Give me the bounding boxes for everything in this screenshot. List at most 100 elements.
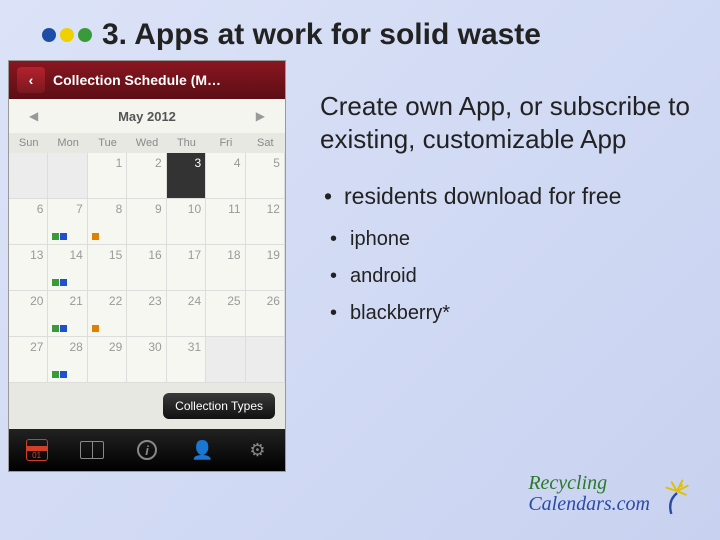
user-icon: 👤 <box>191 440 213 461</box>
calendar-cell[interactable]: 28 <box>48 337 87 383</box>
mark-b-icon <box>60 279 67 286</box>
calendar-cell[interactable]: 12 <box>246 199 285 245</box>
calendar-cell[interactable]: 7 <box>48 199 87 245</box>
tab-guide[interactable] <box>64 429 119 471</box>
weekday-row: SunMonTueWedThuFriSat <box>9 133 285 153</box>
slide-title-row: 3. Apps at work for solid waste <box>0 0 720 60</box>
mark-g-icon <box>52 371 59 378</box>
calendar-cell[interactable]: 31 <box>167 337 206 383</box>
calendar-cell[interactable]: 6 <box>9 199 48 245</box>
calendar-cell[interactable]: 10 <box>167 199 206 245</box>
logo-line2: Calendars.com <box>528 494 650 515</box>
bullet-android: android <box>320 265 690 288</box>
tab-bar: 01 i 👤 ⚙ <box>9 429 285 471</box>
weekday-label: Wed <box>127 133 166 153</box>
mark-b-icon <box>60 371 67 378</box>
calendar-cell[interactable]: 20 <box>9 291 48 337</box>
mark-g-icon <box>52 279 59 286</box>
prev-month-icon[interactable]: ◀ <box>29 109 38 123</box>
recycling-calendars-logo: Recycling Calendars.com <box>528 472 696 516</box>
calendar-cell[interactable]: 22 <box>88 291 127 337</box>
bullet-iphone: iphone <box>320 228 690 251</box>
mark-g-icon <box>52 233 59 240</box>
info-icon: i <box>137 440 157 460</box>
bullet-residents: residents download for free <box>320 183 690 210</box>
calendar-cell[interactable]: 13 <box>9 245 48 291</box>
mark-b-icon <box>60 325 67 332</box>
spark-icon <box>658 472 696 516</box>
chevron-left-icon: ‹ <box>29 72 34 88</box>
calendar-cell[interactable]: 15 <box>88 245 127 291</box>
calendar-cell[interactable]: 8 <box>88 199 127 245</box>
weekday-label: Fri <box>206 133 245 153</box>
gear-icon: ⚙ <box>249 440 265 461</box>
calendar-cell[interactable]: 14 <box>48 245 87 291</box>
tab-calendar[interactable]: 01 <box>9 429 64 471</box>
mark-b-icon <box>60 233 67 240</box>
collection-types-button[interactable]: Collection Types <box>163 393 275 419</box>
calendar-cell[interactable]: 2 <box>127 153 166 199</box>
calendar-cell[interactable]: 18 <box>206 245 245 291</box>
bullet-blackberry: blackberry* <box>320 302 690 325</box>
dot-group <box>42 28 92 42</box>
mark-o-icon <box>92 233 99 240</box>
calendar-cell <box>246 337 285 383</box>
calendar-cell[interactable]: 5 <box>246 153 285 199</box>
mark-g-icon <box>52 325 59 332</box>
next-month-icon[interactable]: ▶ <box>256 109 265 123</box>
calendar-cell[interactable]: 19 <box>246 245 285 291</box>
weekday-label: Sun <box>9 133 48 153</box>
tab-info[interactable]: i <box>119 429 174 471</box>
calendar-cell[interactable]: 21 <box>48 291 87 337</box>
calendar-cell[interactable]: 16 <box>127 245 166 291</box>
bullet-list: residents download for free iphone andro… <box>320 183 690 325</box>
calendar-cell <box>9 153 48 199</box>
month-label: May 2012 <box>118 109 176 124</box>
collection-marks <box>52 325 67 332</box>
collection-marks <box>52 371 67 378</box>
calendar-cell <box>206 337 245 383</box>
calendar-cell[interactable]: 26 <box>246 291 285 337</box>
dot-green-icon <box>78 28 92 42</box>
calendar-cell[interactable]: 29 <box>88 337 127 383</box>
lead-text: Create own App, or subscribe to existing… <box>320 90 690 155</box>
calendar-cell[interactable]: 4 <box>206 153 245 199</box>
back-button[interactable]: ‹ <box>17 67 45 93</box>
calendar-cell[interactable]: 25 <box>206 291 245 337</box>
dot-yellow-icon <box>60 28 74 42</box>
calendar-cell <box>48 153 87 199</box>
phone-header: ‹ Collection Schedule (M… <box>9 61 285 99</box>
calendar-cell[interactable]: 23 <box>127 291 166 337</box>
calendar-cell[interactable]: 9 <box>127 199 166 245</box>
logo-text: Recycling Calendars.com <box>528 473 650 515</box>
weekday-label: Mon <box>48 133 87 153</box>
weekday-label: Thu <box>167 133 206 153</box>
weekday-label: Sat <box>246 133 285 153</box>
calendar-cell[interactable]: 24 <box>167 291 206 337</box>
mark-o-icon <box>92 325 99 332</box>
calendar-cell[interactable]: 17 <box>167 245 206 291</box>
calendar-cell[interactable]: 3 <box>167 153 206 199</box>
phone-header-title: Collection Schedule (M… <box>53 72 285 88</box>
calendar-cell[interactable]: 11 <box>206 199 245 245</box>
month-nav: ◀ May 2012 ▶ <box>9 99 285 133</box>
collection-marks <box>92 233 99 240</box>
book-icon <box>80 441 104 459</box>
calendar-cell[interactable]: 27 <box>9 337 48 383</box>
calendar-grid: 1234567891011121314151617181920212223242… <box>9 153 285 383</box>
weekday-label: Tue <box>88 133 127 153</box>
collection-marks <box>52 233 67 240</box>
calendar-icon: 01 <box>26 439 48 461</box>
dot-blue-icon <box>42 28 56 42</box>
phone-screenshot: ‹ Collection Schedule (M… ◀ May 2012 ▶ S… <box>8 60 286 472</box>
calendar-cell[interactable]: 1 <box>88 153 127 199</box>
tab-settings[interactable]: ⚙ <box>230 429 285 471</box>
collection-marks <box>92 325 99 332</box>
slide-title: 3. Apps at work for solid waste <box>102 18 541 52</box>
calendar-cell[interactable]: 30 <box>127 337 166 383</box>
slide-body: Create own App, or subscribe to existing… <box>286 60 720 472</box>
logo-line1: Recycling <box>528 473 650 494</box>
types-button-wrap: Collection Types <box>9 383 285 429</box>
collection-marks <box>52 279 67 286</box>
tab-profile[interactable]: 👤 <box>175 429 230 471</box>
